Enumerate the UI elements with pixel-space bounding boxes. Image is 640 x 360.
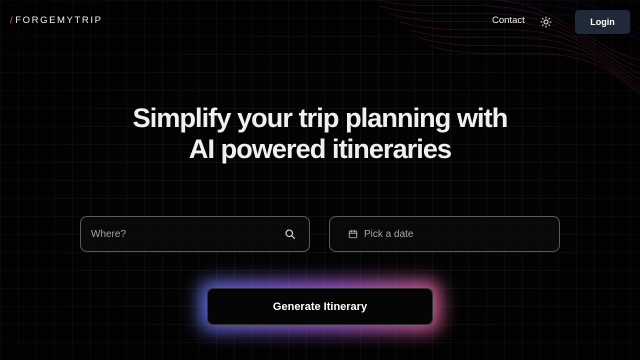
page: /FORGEMYTRIP Contact Login Simplify your… <box>0 0 640 360</box>
where-input[interactable] <box>81 227 283 241</box>
hero-headline-line2: AI powered itineraries <box>188 134 452 164</box>
nav-contact-link[interactable]: Contact <box>492 15 525 26</box>
generate-itinerary-button[interactable]: Generate Itinerary <box>207 288 433 325</box>
logo-slash: / <box>10 15 15 26</box>
date-picker-button[interactable]: Pick a date <box>329 216 560 252</box>
login-button[interactable]: Login <box>575 10 630 34</box>
search-icon[interactable] <box>283 227 297 241</box>
hero-headline: Simplify your trip planning with AI powe… <box>0 103 640 165</box>
calendar-icon <box>348 229 358 239</box>
sun-icon <box>540 16 552 28</box>
hero-headline-line1: Simplify your trip planning with <box>132 103 509 133</box>
logo-text: FORGEMYTRIP <box>15 15 103 26</box>
logo[interactable]: /FORGEMYTRIP <box>10 15 103 26</box>
theme-toggle-button[interactable] <box>539 15 553 29</box>
where-field[interactable] <box>80 216 310 252</box>
date-placeholder: Pick a date <box>364 228 414 240</box>
